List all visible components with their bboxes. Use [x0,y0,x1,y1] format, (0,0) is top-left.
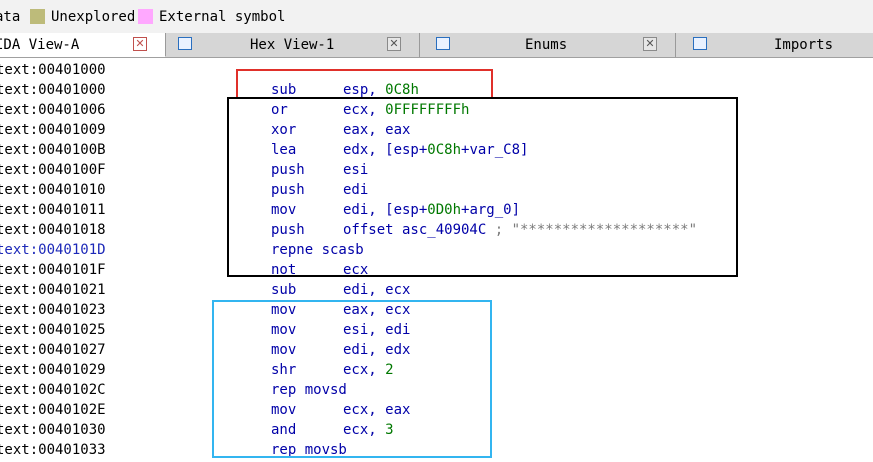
legend-bar: ata Unexplored External symbol [0,0,873,33]
legend-label: ata [0,9,21,25]
highlight-box-cyan [212,300,492,458]
tab-bar: IDA View-A ✕ Hex View-1 ✕ Enums ✕ Import… [0,33,873,58]
address: text:0040101D [0,242,106,258]
address: text:00401000 [0,82,106,98]
tab-enums[interactable]: Enums ✕ [420,33,676,57]
close-icon[interactable]: ✕ [643,37,657,51]
close-icon[interactable]: ✕ [133,37,147,51]
address: text:00401029 [0,362,106,378]
highlight-box-black [227,97,738,277]
mnemonic: sub [271,282,297,298]
address: text:00401033 [0,442,106,458]
address: text:00401011 [0,202,106,218]
address: text:00401009 [0,122,106,138]
unexplored-swatch [30,9,45,24]
tab-hex-view-1[interactable]: Hex View-1 ✕ [166,33,420,57]
address: text:0040101F [0,262,106,278]
tab-label: IDA View-A [0,37,80,53]
address: text:00401010 [0,182,106,198]
hex-view-icon [178,37,192,50]
address: text:00401023 [0,302,106,318]
operands: edi, ecx [343,280,410,300]
tab-label: Imports [774,37,834,53]
address: text:00401021 [0,282,106,298]
close-icon[interactable]: ✕ [387,37,401,51]
address: text:00401006 [0,102,106,118]
imports-icon [693,37,707,50]
address: text:00401000 [0,62,106,78]
legend-data: ata [0,8,20,26]
enums-icon [436,37,450,50]
tab-label: Hex View-1 [250,37,335,53]
legend-label: Unexplored [51,9,136,25]
external-symbol-swatch [138,9,153,24]
address: text:0040100B [0,142,106,158]
address: text:00401025 [0,322,106,338]
address: text:00401027 [0,342,106,358]
tab-ida-view-a[interactable]: IDA View-A ✕ [0,33,166,57]
tab-imports[interactable]: Imports [676,33,873,57]
highlight-box-red [236,69,493,99]
operand-text: edi, ecx [343,282,411,298]
address: text:0040102E [0,402,106,418]
address: text:0040100F [0,162,106,178]
legend-external-symbol: External symbol [138,8,285,26]
address: text:00401018 [0,222,106,238]
legend-unexplored: Unexplored [30,8,135,26]
address: text:00401030 [0,422,106,438]
address: text:0040102C [0,382,106,398]
legend-label: External symbol [159,9,286,25]
tab-label: Enums [525,37,568,53]
